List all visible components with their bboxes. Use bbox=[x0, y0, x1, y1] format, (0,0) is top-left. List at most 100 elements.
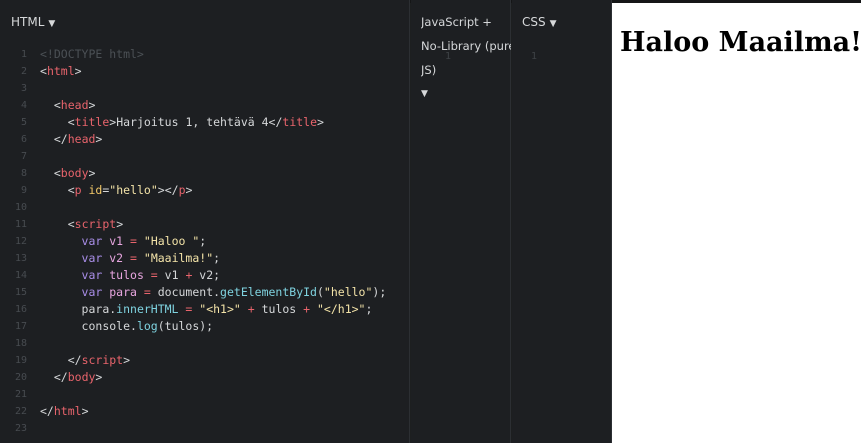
line-number: 2 bbox=[20, 66, 27, 77]
html-panel-header[interactable]: HTML ▼ bbox=[11, 15, 55, 31]
tag-name: head bbox=[60, 98, 89, 112]
variable: para bbox=[102, 285, 137, 299]
tag-name: script bbox=[81, 353, 124, 367]
bracket: </ bbox=[268, 115, 283, 129]
title-text: Harjoitus 1, tehtävä 4 bbox=[116, 115, 269, 129]
line-number: 5 bbox=[20, 117, 27, 128]
chevron-down-icon[interactable]: ▼ bbox=[48, 19, 55, 29]
property: innerHTML bbox=[116, 302, 179, 316]
result-heading: Haloo Maailma! bbox=[620, 27, 861, 58]
line-number: 16 bbox=[14, 304, 27, 315]
bracket: > bbox=[81, 404, 89, 418]
code-line: 2 <html> bbox=[0, 63, 410, 80]
identifier: para. bbox=[81, 302, 117, 316]
code-line: 4 <head> bbox=[0, 97, 410, 114]
chevron-down-icon[interactable]: ▼ bbox=[421, 82, 511, 106]
identifier: v1 bbox=[164, 268, 179, 282]
js-label-line1: JavaScript + bbox=[421, 15, 492, 29]
css-panel-label: CSS bbox=[522, 15, 546, 29]
code-line: 16 para.innerHTML = "<h1>" + tulos + "</… bbox=[0, 301, 410, 318]
line-number: 13 bbox=[14, 253, 27, 264]
arguments: (tulos); bbox=[157, 319, 214, 333]
operator: = bbox=[178, 302, 200, 316]
code-line: 15 var para = document.getElementById("h… bbox=[0, 284, 410, 301]
line-number: 8 bbox=[20, 168, 27, 179]
line-number: 11 bbox=[14, 219, 27, 230]
semicolon: ; bbox=[213, 251, 221, 265]
identifier: document. bbox=[157, 285, 221, 299]
operator: = bbox=[143, 268, 165, 282]
bracket: < bbox=[67, 183, 75, 197]
keyword: var bbox=[81, 268, 103, 282]
line-number: 14 bbox=[14, 270, 27, 281]
css-line-number: 1 bbox=[531, 51, 538, 62]
variable: tulos bbox=[102, 268, 144, 282]
css-panel[interactable]: CSS ▼ 1 bbox=[512, 0, 612, 443]
code-line: 10 bbox=[0, 199, 410, 216]
result-panel[interactable]: Haloo Maailma! bbox=[612, 3, 861, 443]
tag-name: body bbox=[60, 166, 89, 180]
code-line: 22 </html> bbox=[0, 403, 410, 420]
line-number: 3 bbox=[20, 83, 27, 94]
code-line: 14 var tulos = v1 + v2; bbox=[0, 267, 410, 284]
html-panel-label: HTML bbox=[11, 15, 45, 29]
identifier: v2 bbox=[199, 268, 214, 282]
tag-name: head bbox=[67, 132, 96, 146]
line-number: 1 bbox=[20, 49, 27, 60]
bracket: < bbox=[40, 64, 47, 78]
code-line: 6 </head> bbox=[0, 131, 410, 148]
tag-name: script bbox=[74, 217, 117, 231]
tag-name: body bbox=[67, 370, 96, 384]
line-number: 21 bbox=[14, 389, 27, 400]
code-line: 1 <!DOCTYPE html> bbox=[0, 46, 410, 63]
bracket: > bbox=[88, 166, 96, 180]
bracket: </ bbox=[164, 183, 179, 197]
tag-name: html bbox=[53, 404, 82, 418]
code-line: 9 <p id="hello"></p> bbox=[0, 182, 410, 199]
chevron-down-icon[interactable]: ▼ bbox=[550, 19, 557, 29]
line-number: 6 bbox=[20, 134, 27, 145]
string: "</h1>" bbox=[317, 302, 366, 316]
line-number: 18 bbox=[14, 338, 27, 349]
bracket: > bbox=[317, 115, 324, 129]
identifier: console. bbox=[81, 319, 137, 333]
bracket: > bbox=[95, 370, 103, 384]
bracket: > bbox=[88, 98, 96, 112]
identifier: tulos bbox=[261, 302, 297, 316]
javascript-panel[interactable]: 1 JavaScript + No-Library (pure JS) ▼ bbox=[411, 0, 511, 443]
bracket: < bbox=[67, 217, 75, 231]
function-name: log bbox=[136, 319, 158, 333]
string: "<h1>" bbox=[199, 302, 241, 316]
tag-name: title bbox=[74, 115, 110, 129]
bracket: > bbox=[123, 353, 131, 367]
tag-name: html bbox=[46, 64, 75, 78]
operator: + bbox=[240, 302, 262, 316]
js-label-line3: JS) bbox=[421, 63, 437, 77]
keyword: var bbox=[81, 285, 103, 299]
bracket: > bbox=[185, 183, 193, 197]
html-panel[interactable]: HTML ▼ 1 <!DOCTYPE html> 2 <html> 3 4 <head… bbox=[0, 0, 410, 443]
tag-name: p bbox=[74, 183, 82, 197]
line-number: 19 bbox=[14, 355, 27, 366]
string: "hello" bbox=[323, 285, 373, 299]
semicolon: ; bbox=[379, 285, 387, 299]
variable: v1 bbox=[102, 234, 124, 248]
html-code-editor[interactable]: 1 <!DOCTYPE html> 2 <html> 3 4 <head> 5 <t… bbox=[0, 46, 410, 437]
line-number: 20 bbox=[14, 372, 27, 383]
bracket: > bbox=[157, 183, 165, 197]
line-number: 17 bbox=[14, 321, 27, 332]
tag-name: p bbox=[178, 183, 186, 197]
semicolon: ; bbox=[199, 234, 207, 248]
semicolon: ; bbox=[365, 302, 373, 316]
javascript-panel-header[interactable]: JavaScript + No-Library (pure JS) ▼ bbox=[421, 10, 511, 106]
js-label-line2: No-Library (pure bbox=[421, 39, 511, 53]
css-panel-header[interactable]: CSS ▼ bbox=[522, 15, 557, 31]
code-line: 18 bbox=[0, 335, 410, 352]
operator: = bbox=[136, 285, 158, 299]
bracket: </ bbox=[53, 370, 68, 384]
code-line: 17 console.log(tulos); bbox=[0, 318, 410, 335]
line-number: 9 bbox=[20, 185, 27, 196]
bracket: </ bbox=[67, 353, 82, 367]
line-number: 23 bbox=[14, 423, 27, 434]
code-line: 20 </body> bbox=[0, 369, 410, 386]
